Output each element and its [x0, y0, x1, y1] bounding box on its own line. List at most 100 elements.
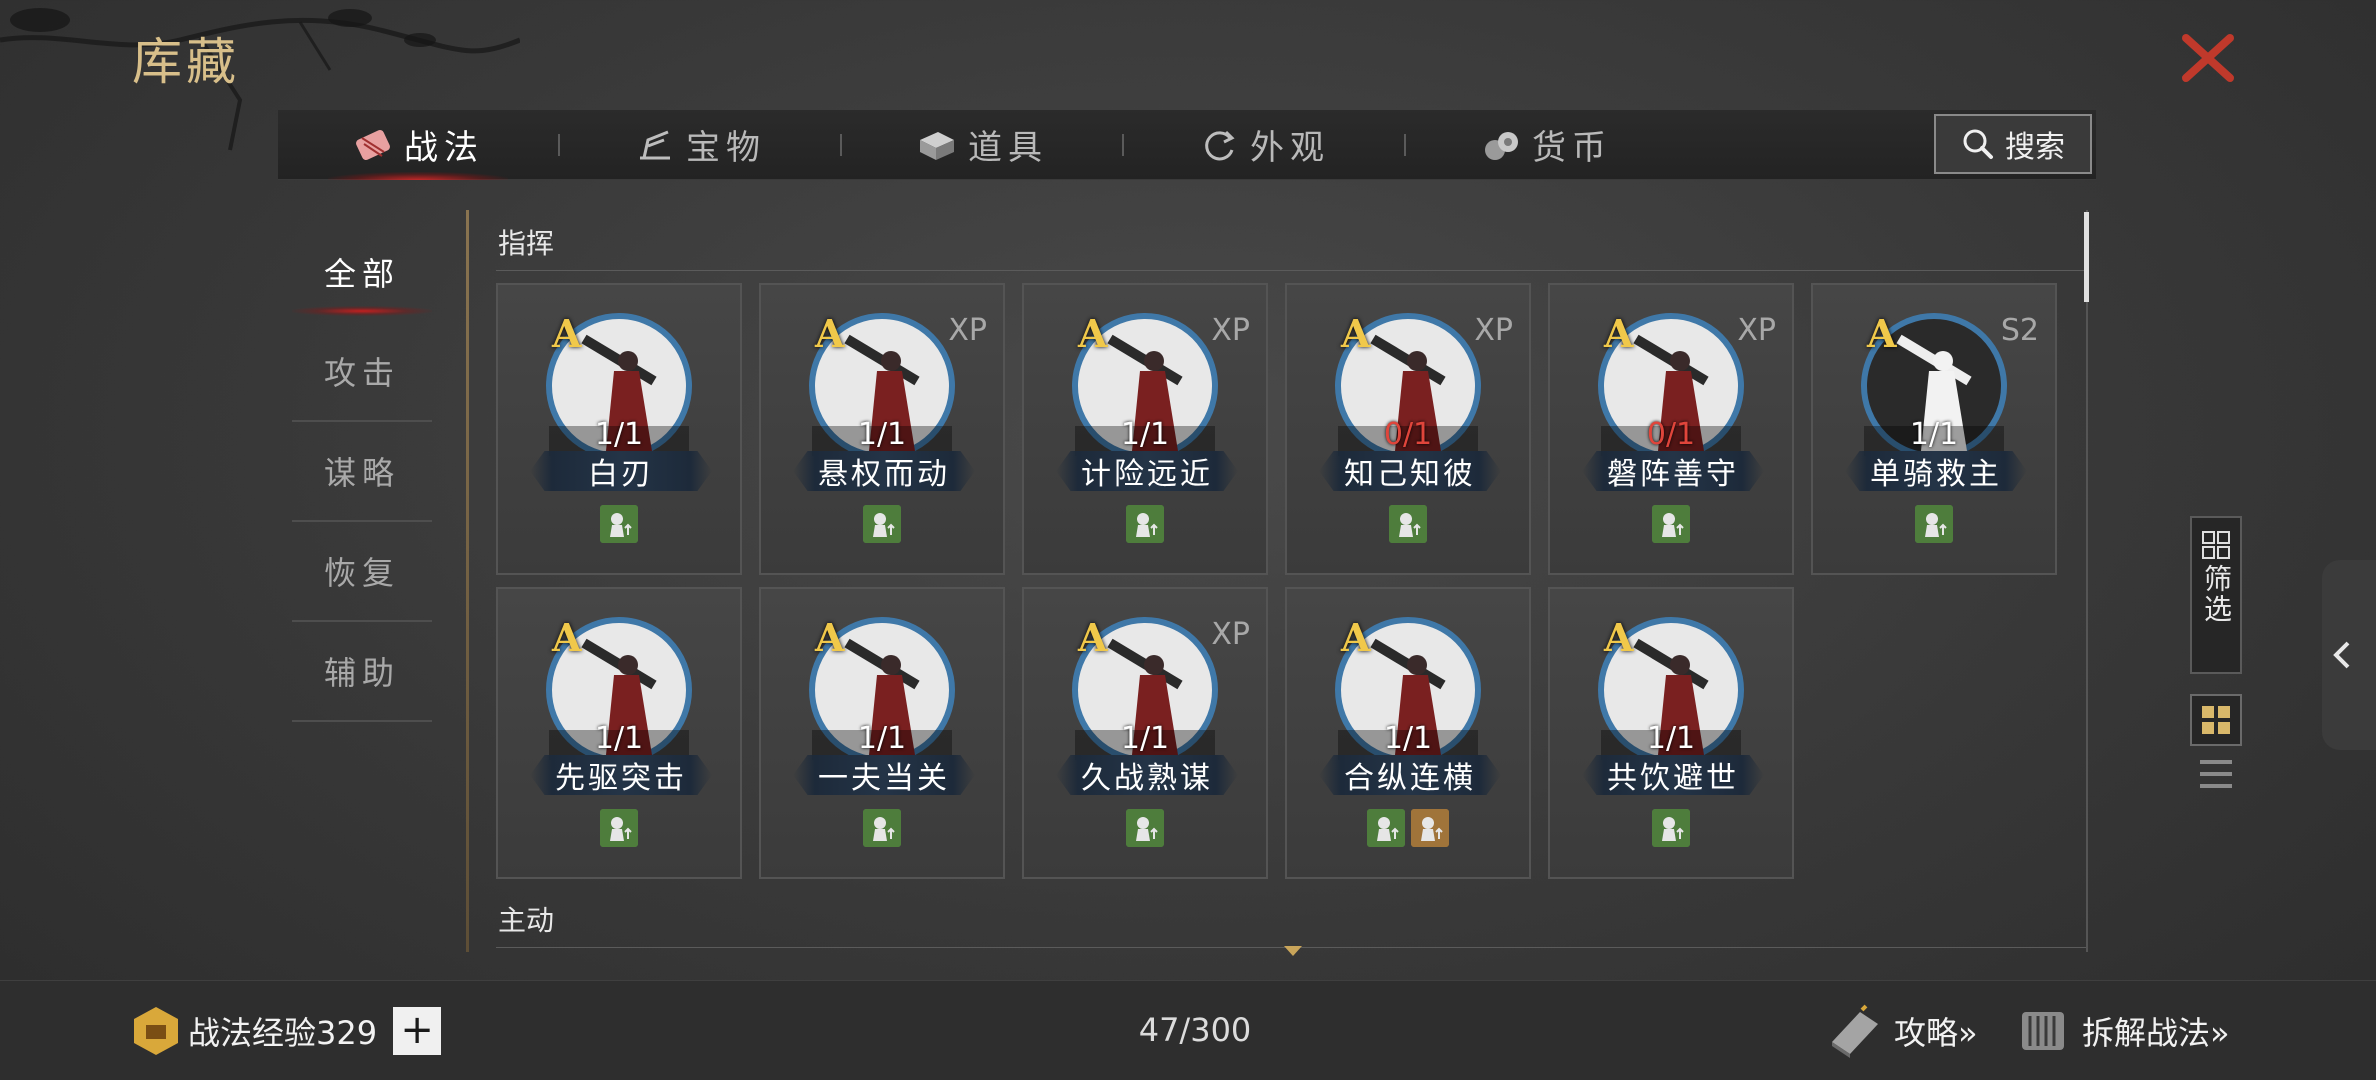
box-icon [920, 131, 954, 160]
command-type-icon [863, 505, 901, 543]
section-title-active: 主动 [496, 887, 2086, 948]
guide-label: 攻略» [1894, 1014, 1978, 1052]
category-all[interactable]: 全部 [292, 222, 432, 322]
command-type-icon [600, 505, 638, 543]
exp-fist-icon [134, 1007, 178, 1055]
tactic-card[interactable]: A 1/1 先驱突击 [496, 587, 742, 879]
tactic-name: 计险远近 [1056, 451, 1238, 491]
filter-button[interactable]: 筛选 [2190, 516, 2242, 674]
tactic-card[interactable]: A 1/1 共饮避世 [1548, 587, 1794, 879]
book-icon [1832, 1004, 1878, 1058]
category-strategy[interactable]: 谋略 [292, 422, 432, 522]
grade-label: A [815, 311, 845, 356]
tactic-name: 共饮避世 [1582, 755, 1764, 795]
scroll-down-arrow-icon [1284, 946, 1302, 956]
tactic-exp: 战法经验329 + [130, 999, 442, 1063]
section-title-command: 指挥 [496, 210, 2086, 271]
tactic-name: 单骑救主 [1845, 451, 2027, 491]
owned-count: 1/1 [857, 721, 907, 756]
tab-currency[interactable]: 货币 [1406, 110, 1686, 180]
tactic-card[interactable]: A XP 1/1 久战熟谋 [1022, 587, 1268, 879]
bottom-bar: 战法经验329 + 47/300 攻略» 拆解战法» [0, 980, 2376, 1080]
side-panel-handle[interactable] [2322, 560, 2376, 750]
command-type-icon [1915, 505, 1953, 543]
owned-count: 1/1 [594, 417, 644, 452]
tab-label: 外观 [1250, 128, 1330, 168]
owned-count: 1/1 [857, 417, 907, 452]
grade-label: A [552, 311, 582, 356]
command-type-icon [1652, 809, 1690, 847]
dismantle-button[interactable]: 拆解战法» [2014, 999, 2230, 1063]
tab-label: 战法 [404, 128, 484, 168]
tactic-card[interactable]: A XP 1/1 悬权而动 [759, 283, 1005, 575]
owned-count: 1/1 [1383, 721, 1433, 756]
category-recovery[interactable]: 恢复 [292, 522, 432, 622]
page-title: 库藏 [132, 33, 240, 91]
tab-tactics[interactable]: 战法 [278, 110, 558, 180]
tactic-type-badges [761, 505, 1003, 543]
tab-treasure[interactable]: 宝物 [560, 110, 840, 180]
tactic-card[interactable]: A XP 0/1 知己知彼 [1285, 283, 1531, 575]
troop-type-icon [1411, 809, 1449, 847]
treasure-icon [640, 130, 670, 159]
owned-count: 1/1 [1909, 417, 1959, 452]
search-label: 搜索 [2005, 130, 2065, 165]
category-support[interactable]: 辅助 [292, 622, 432, 722]
tactic-card[interactable]: A 1/1 一夫当关 [759, 587, 1005, 879]
tactic-name: 久战熟谋 [1056, 755, 1238, 795]
tactic-card[interactable]: A 1/1 合纵连横 [1285, 587, 1531, 879]
owned-count: 0/1 [1383, 417, 1433, 452]
tactic-type-badges [498, 809, 740, 847]
tactic-type-badges [761, 809, 1003, 847]
tactic-tag: XP [1737, 313, 1776, 348]
search-button[interactable]: 搜索 [1934, 114, 2092, 174]
owned-count: 1/1 [1646, 721, 1696, 756]
tactic-tag: S2 [2000, 313, 2039, 348]
tactics-list[interactable]: 指挥 A1/1白刃5/10AXP1/1悬权而动AXP1/1计险远近AXP0/1知… [496, 210, 2086, 952]
owned-count: 1/1 [1120, 721, 1170, 756]
inventory-capacity: 47/300 [1138, 1011, 1252, 1049]
chevron-left-icon [2333, 641, 2350, 669]
command-type-icon [600, 809, 638, 847]
guide-button[interactable]: 攻略» [1826, 999, 1978, 1063]
grade-label: A [552, 615, 582, 660]
grade-label: A [1078, 615, 1108, 660]
close-icon[interactable] [2178, 28, 2238, 88]
command-type-icon [1367, 809, 1405, 847]
tactic-tag: XP [948, 313, 987, 348]
tab-appearance[interactable]: 外观 [1124, 110, 1404, 180]
tactic-card[interactable]: A XP 0/1 磐阵善守 [1548, 283, 1794, 575]
search-icon [1963, 129, 1993, 159]
grade-label: A [1341, 615, 1371, 660]
exp-label: 战法经验329 [188, 1014, 378, 1052]
tactic-type-badges [1024, 505, 1266, 543]
scrollbar-thumb[interactable] [2084, 212, 2089, 302]
scrollbar-track[interactable] [2086, 210, 2088, 952]
tab-items[interactable]: 道具 [842, 110, 1122, 180]
category-attack[interactable]: 攻击 [292, 322, 432, 422]
list-view-icon[interactable] [2196, 756, 2236, 794]
command-type-icon [1389, 505, 1427, 543]
command-type-icon [1652, 505, 1690, 543]
tactic-type-badges [1550, 505, 1792, 543]
command-type-icon [1126, 809, 1164, 847]
tactic-name: 先驱突击 [530, 755, 712, 795]
sidebar-divider [466, 210, 469, 952]
tactic-tag: XP [1211, 313, 1250, 348]
tactic-type-badges [1287, 505, 1529, 543]
filter-label: 筛选 [2200, 564, 2233, 624]
tactic-tag: XP [1211, 617, 1250, 652]
scroll-icon [356, 129, 390, 160]
tab-label: 道具 [968, 128, 1048, 168]
owned-count: 1/1 [594, 721, 644, 756]
tactic-type-badges [1287, 809, 1529, 847]
command-type-icon [863, 809, 901, 847]
tactic-card[interactable]: A S2 1/1 单骑救主 [1811, 283, 2057, 575]
owned-count: 1/1 [1120, 417, 1170, 452]
add-exp-button[interactable]: + [393, 1007, 442, 1055]
tactic-card[interactable]: A1/1白刃5/10 [496, 283, 742, 613]
tactic-tag: XP [1474, 313, 1513, 348]
grid-view-button[interactable] [2190, 694, 2242, 746]
tactic-card[interactable]: A XP 1/1 计险远近 [1022, 283, 1268, 575]
grade-label: A [1867, 311, 1897, 356]
